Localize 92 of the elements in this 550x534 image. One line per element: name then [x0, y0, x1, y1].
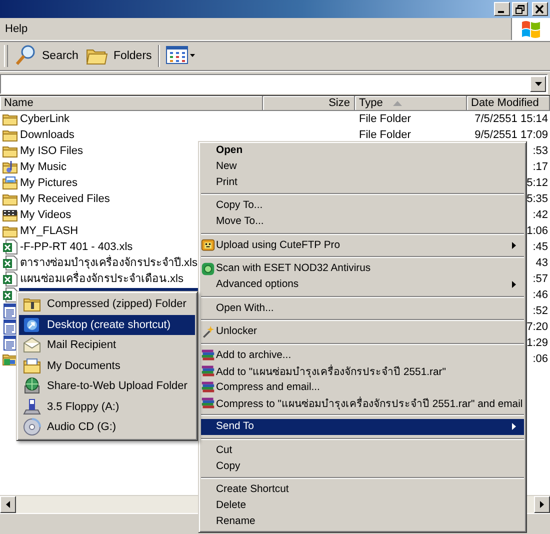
flag-logo-icon [520, 18, 542, 40]
menu-item[interactable]: Share-to-Web Upload Folder [19, 376, 195, 396]
file-name[interactable]: My Pictures [19, 176, 78, 190]
minimize-button[interactable] [494, 2, 510, 16]
left-arrow-icon [6, 501, 10, 508]
menu-item[interactable]: New [201, 158, 524, 174]
menu-item[interactable]: Help [5, 23, 28, 35]
envelope-icon [23, 336, 41, 354]
minimize-icon [498, 10, 504, 12]
menu-item[interactable]: Advanced options [201, 276, 524, 292]
menu-item[interactable]: Add to "แผนซ่อมบำรุงเครื่องจักรประจำปี 2551.rar" [201, 363, 524, 379]
menu-item[interactable]: Create Shortcut [201, 482, 524, 498]
menu-item[interactable]: Compress to "แผนซ่อมบำรุงเครื่องจักรประจำปี 2551.rar" and email [201, 395, 524, 411]
menu-item[interactable]: Copy To... [201, 198, 524, 214]
table-cell: 1:29 [526, 337, 548, 349]
file-name[interactable]: My Videos [19, 208, 72, 222]
menu-item[interactable]: Open With... [201, 300, 524, 316]
column-header[interactable]: Name [0, 96, 263, 111]
menu-item[interactable]: Add to archive... [201, 347, 524, 363]
table-cell: 9/5/2551 17:09 [474, 129, 548, 141]
close-icon [535, 4, 545, 14]
table-cell: :17 [532, 161, 548, 173]
right-arrow-icon [540, 501, 544, 508]
menu-item[interactable]: Upload using CuteFTP Pro [201, 237, 524, 253]
table-cell: File Folder [359, 129, 411, 141]
menu-item[interactable]: Send To [201, 418, 524, 434]
file-name[interactable]: ตารางซ่อมบำรุงเครื่องจักรประจำปี.xls [19, 256, 198, 270]
scroll-right-button[interactable] [534, 496, 550, 513]
file-name[interactable]: แผนซ่อมเครื่องจักรประจำเดือน.xls [19, 272, 184, 286]
menu-item[interactable]: Scan with ESET NOD32 Antivirus [201, 260, 524, 276]
floppy-drive-icon [23, 398, 41, 416]
table-cell: :53 [532, 145, 548, 157]
file-name[interactable]: My Music [19, 160, 68, 174]
caret-icon [534, 82, 542, 86]
menu-item[interactable]: Copy [201, 458, 524, 474]
menu-item[interactable]: 3.5 Floppy (A:) [19, 396, 195, 417]
table-cell: :06 [532, 353, 548, 365]
file-name[interactable]: My ISO Files [19, 144, 84, 158]
table-cell: 7/5/2551 15:14 [474, 113, 548, 125]
books-icon [201, 364, 215, 378]
menu-item[interactable]: Mail Recipient [19, 335, 195, 356]
books-icon [201, 380, 215, 394]
menu-item[interactable]: Desktop (create shortcut) [19, 314, 195, 335]
table-cell: :45 [532, 241, 548, 253]
table-cell: 7:20 [526, 321, 548, 333]
dropdown-button[interactable] [530, 76, 546, 92]
column-header[interactable]: Type [355, 96, 467, 111]
menu-item[interactable]: Open [201, 142, 524, 158]
table-cell: :52 [532, 305, 548, 317]
menu-item[interactable]: Rename [201, 514, 524, 530]
file-name[interactable]: MY_FLASH [19, 224, 80, 238]
books-icon [201, 348, 215, 362]
globe-icon [23, 377, 41, 396]
menu-item[interactable]: Move To... [201, 214, 524, 230]
address-field[interactable] [0, 74, 548, 94]
menu-item[interactable]: Unlocker [201, 324, 524, 340]
file-name[interactable]: -F-PP-RT 401 - 403.xls [19, 240, 134, 254]
circle-icon [201, 262, 215, 276]
menu-item[interactable]: Delete [201, 498, 524, 514]
disc-icon [23, 418, 41, 436]
menu-item[interactable]: My Documents [19, 356, 195, 376]
table-cell: 43 [536, 257, 548, 269]
music-folder-icon [2, 159, 18, 175]
table-cell: 5:12 [526, 177, 548, 189]
table-cell: :42 [532, 209, 548, 221]
folders-button[interactable]: Folders [82, 43, 156, 69]
menu-item[interactable]: Audio CD (G:) [19, 417, 195, 438]
column-header[interactable]: Size [263, 96, 355, 111]
restore-icon [515, 4, 525, 14]
table-cell: :57 [532, 273, 548, 285]
table-cell: 5:35 [526, 193, 548, 205]
views-icon [166, 46, 196, 66]
menu-item[interactable]: Print [201, 174, 524, 190]
books-icon [201, 396, 215, 410]
file-name[interactable]: CyberLink [19, 112, 71, 126]
document-folder-icon [23, 356, 41, 375]
menu-item[interactable]: Cut [201, 442, 524, 458]
menu-item[interactable]: Compressed (zipped) Folder [19, 294, 195, 314]
table-cell: 1:06 [526, 225, 548, 237]
wand-icon [201, 324, 215, 338]
table-cell: File Folder [359, 113, 411, 125]
menu-item[interactable]: Compress and email... [201, 379, 524, 395]
table-cell: :46 [532, 289, 548, 301]
face-icon [201, 238, 215, 252]
scroll-left-button[interactable] [0, 496, 16, 513]
file-name[interactable]: Downloads [19, 128, 76, 142]
file-name[interactable]: My Received Files [19, 192, 111, 206]
search-button[interactable]: Search [11, 43, 82, 69]
shortcut-icon [23, 316, 41, 334]
column-header[interactable]: Date Modified [467, 96, 550, 111]
restore-button[interactable] [512, 2, 528, 16]
close-button[interactable] [532, 2, 548, 16]
